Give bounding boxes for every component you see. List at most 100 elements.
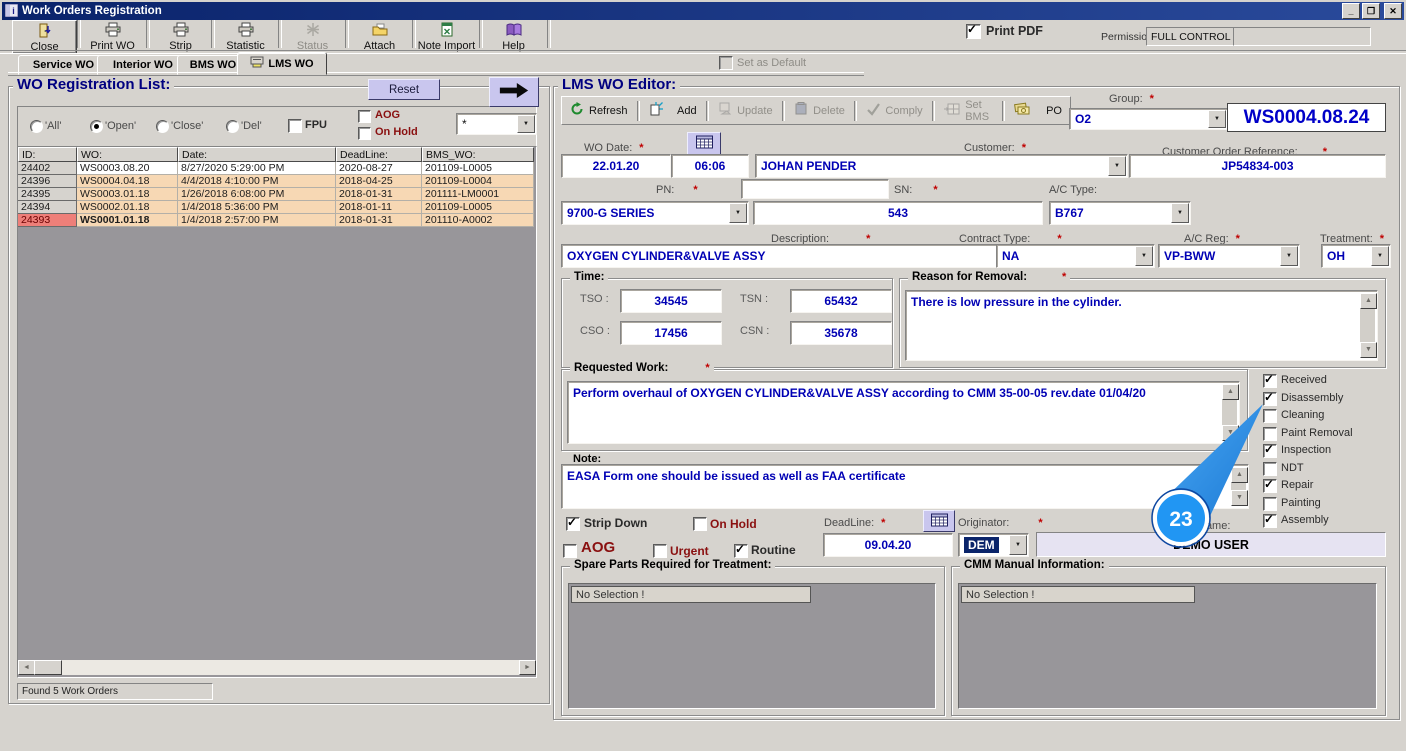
toolbar-note-import-button[interactable]: Note Import xyxy=(415,20,478,52)
sn-field[interactable]: 543 xyxy=(753,201,1043,225)
wo-date-calendar-button[interactable] xyxy=(687,132,721,155)
customer-dropdown[interactable]: JOHAN PENDER ▼ xyxy=(755,154,1128,178)
radio-open[interactable] xyxy=(90,120,103,133)
painting-checkbox[interactable] xyxy=(1263,497,1277,511)
dropdown-button[interactable]: ▼ xyxy=(1135,246,1153,266)
dropdown-button[interactable]: ▼ xyxy=(1171,203,1189,223)
disassembly-checkbox[interactable]: ✓ xyxy=(1263,390,1277,406)
dropdown-button[interactable]: ▼ xyxy=(517,115,535,133)
scroll-down-button[interactable]: ▼ xyxy=(1360,342,1377,358)
table-row[interactable]: 24394 WS0002.01.18 1/4/2018 5:36:00 PM 2… xyxy=(18,201,534,214)
ac-type-dropdown[interactable]: B767 ▼ xyxy=(1049,201,1191,225)
inspection-checkbox[interactable]: ✓ xyxy=(1263,442,1277,458)
contract-type-dropdown[interactable]: NA ▼ xyxy=(996,244,1155,268)
print-pdf-checkbox[interactable]: ✓ xyxy=(966,22,981,39)
assembly-checkbox[interactable]: ✓ xyxy=(1263,512,1277,528)
toolbar-strip-button[interactable]: Strip xyxy=(149,20,212,52)
deadline-field[interactable]: 09.04.20 xyxy=(823,533,953,557)
routine-checkbox[interactable]: ✓ xyxy=(734,542,748,558)
po-button[interactable]: PO xyxy=(1006,97,1070,124)
radio-all[interactable] xyxy=(30,120,43,133)
tso-field[interactable]: 34545 xyxy=(620,289,722,313)
cso-field[interactable]: 17456 xyxy=(620,321,722,345)
on-hold-filter-label: On Hold xyxy=(375,126,418,138)
table-row[interactable]: 24395 WS0003.01.18 1/26/2018 6:08:00 PM … xyxy=(18,188,534,201)
col-header-wo[interactable]: WO: xyxy=(77,147,178,162)
urgent-checkbox[interactable] xyxy=(653,544,667,558)
scroll-right-button[interactable]: ► xyxy=(519,660,536,675)
tsn-field[interactable]: 65432 xyxy=(790,289,892,313)
forward-arrow-button[interactable] xyxy=(489,77,539,107)
paint-removal-checkbox[interactable] xyxy=(1263,427,1277,441)
table-row[interactable]: 24396 WS0004.04.18 4/4/2018 4:10:00 PM 2… xyxy=(18,175,534,188)
tab-lms-wo[interactable]: LMS WO xyxy=(237,52,327,75)
requested-work-textarea[interactable]: Perform overhaul of OXYGEN CYLINDER&VALV… xyxy=(567,381,1240,444)
add-button[interactable]: Add xyxy=(641,97,705,124)
chevron-down-icon: ▼ xyxy=(1286,253,1292,259)
spare-parts-panel[interactable]: No Selection ! xyxy=(568,583,936,709)
note-scrollbar[interactable]: ▲ ▼ xyxy=(1231,467,1248,506)
fpu-checkbox[interactable] xyxy=(288,119,302,133)
pn-search-field[interactable] xyxy=(741,179,889,199)
ac-reg-dropdown[interactable]: VP-BWW ▼ xyxy=(1158,244,1300,268)
reset-button[interactable]: Reset xyxy=(368,79,440,100)
aog-filter-checkbox[interactable] xyxy=(358,110,371,123)
col-header-id[interactable]: ID: xyxy=(18,147,77,162)
wo-filter-dropdown[interactable]: * ▼ xyxy=(456,113,537,135)
customer-order-reference-field[interactable]: JP54834-003 xyxy=(1129,154,1386,178)
scroll-down-button[interactable]: ▼ xyxy=(1222,425,1239,441)
wo-time-field[interactable]: 06:06 xyxy=(671,154,749,178)
treatment-dropdown[interactable]: OH ▼ xyxy=(1321,244,1391,268)
table-row[interactable]: 24402 WS0003.08.20 8/27/2020 5:29:00 PM … xyxy=(18,162,534,175)
hscroll-thumb[interactable] xyxy=(34,660,62,675)
scroll-up-button[interactable]: ▲ xyxy=(1231,467,1248,483)
originator-dropdown[interactable]: DEM ▼ xyxy=(958,533,1029,557)
toolbar-help-button[interactable]: Help xyxy=(482,20,545,52)
dropdown-button[interactable]: ▼ xyxy=(1371,246,1389,266)
on-hold-filter-checkbox[interactable] xyxy=(358,127,371,140)
col-header-bms-wo[interactable]: BMS_WO: xyxy=(422,147,534,162)
repair-checkbox[interactable]: ✓ xyxy=(1263,477,1277,493)
table-row-selected[interactable]: 24393 WS0001.01.18 1/4/2018 2:57:00 PM 2… xyxy=(18,214,534,227)
on-hold-checkbox[interactable] xyxy=(693,517,707,531)
cmm-manual-panel[interactable]: No Selection ! xyxy=(958,583,1377,709)
scroll-down-button[interactable]: ▼ xyxy=(1231,490,1248,506)
wo-table-hscrollbar[interactable]: ◄ ► xyxy=(18,660,536,675)
scroll-up-button[interactable]: ▲ xyxy=(1360,293,1377,309)
received-checkbox[interactable]: ✓ xyxy=(1263,372,1277,388)
toolbar-statistic-button[interactable]: Statistic xyxy=(214,20,277,52)
cleaning-checkbox[interactable] xyxy=(1263,409,1277,423)
aog-checkbox[interactable] xyxy=(563,544,577,558)
strip-down-checkbox[interactable]: ✓ xyxy=(566,515,580,531)
deadline-calendar-button[interactable] xyxy=(923,510,955,532)
toolbar-attach-button[interactable]: Attach xyxy=(348,20,411,52)
wo-date-field[interactable]: 22.01.20 xyxy=(561,154,671,178)
close-window-button[interactable]: ✕ xyxy=(1384,3,1402,19)
csn-field[interactable]: 35678 xyxy=(790,321,892,345)
dropdown-button[interactable]: ▼ xyxy=(1208,110,1226,128)
requested-work-scrollbar[interactable]: ▲ ▼ xyxy=(1222,384,1239,441)
toolbar-close-button[interactable]: Close xyxy=(12,20,77,54)
dropdown-button[interactable]: ▼ xyxy=(1280,246,1298,266)
reason-scrollbar[interactable]: ▲ ▼ xyxy=(1360,293,1377,358)
refresh-button[interactable]: Refresh xyxy=(562,97,636,124)
scroll-up-button[interactable]: ▲ xyxy=(1222,384,1239,400)
ndt-checkbox[interactable] xyxy=(1263,462,1277,476)
toolbar-print-wo-button[interactable]: Print WO xyxy=(81,20,144,52)
note-textarea[interactable]: EASA Form one should be issued as well a… xyxy=(561,464,1249,509)
scroll-left-button[interactable]: ◄ xyxy=(18,660,35,675)
radio-close[interactable] xyxy=(156,120,169,133)
col-header-deadline[interactable]: DeadLine: xyxy=(336,147,422,162)
radio-del[interactable] xyxy=(226,120,239,133)
pn-dropdown[interactable]: 9700-G SERIES ▼ xyxy=(561,201,749,225)
group-dropdown[interactable]: O2 ▼ xyxy=(1069,108,1228,130)
reason-textarea[interactable]: There is low pressure in the cylinder. ▲… xyxy=(905,290,1378,361)
col-header-date[interactable]: Date: xyxy=(178,147,336,162)
description-field[interactable]: OXYGEN CYLINDER&VALVE ASSY xyxy=(561,244,998,268)
spare-parts-no-selection: No Selection ! xyxy=(571,586,811,603)
dropdown-button[interactable]: ▼ xyxy=(1108,156,1126,176)
dropdown-button[interactable]: ▼ xyxy=(1009,535,1027,555)
dropdown-button[interactable]: ▼ xyxy=(729,203,747,223)
restore-button[interactable]: ❒ xyxy=(1362,3,1380,19)
minimize-button[interactable]: _ xyxy=(1342,3,1360,19)
